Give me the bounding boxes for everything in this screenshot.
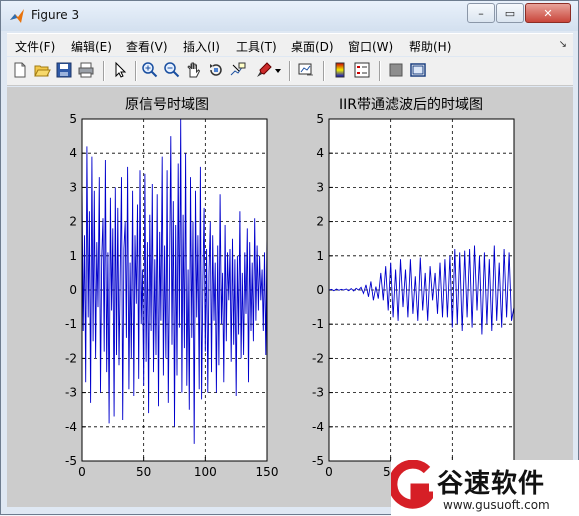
- y-tick-label: 4: [69, 146, 77, 160]
- x-tick-label: 150: [256, 465, 279, 479]
- menu-tools[interactable]: 工具(T): [236, 38, 277, 55]
- minimize-button[interactable]: –: [467, 3, 495, 23]
- watermark-name: 谷速软件: [437, 469, 546, 499]
- x-tick-label: 50: [136, 465, 151, 479]
- y-tick-label: 1: [316, 249, 324, 263]
- x-tick-label: 0: [325, 465, 333, 479]
- zoom-out-icon[interactable]: [163, 61, 181, 79]
- rotate-3d-icon[interactable]: [207, 61, 225, 79]
- watermark: 谷速软件 www.gusuoft.com: [391, 460, 579, 516]
- watermark-url: www.gusuoft.com: [443, 498, 550, 512]
- menu-view[interactable]: 查看(V): [126, 38, 168, 55]
- new-figure-icon[interactable]: [11, 61, 29, 79]
- toolbar-separator: [135, 61, 137, 81]
- y-tick-label: -1: [312, 317, 324, 331]
- x-tick-label: 0: [78, 465, 86, 479]
- y-tick-label: -5: [312, 454, 324, 468]
- pan-hand-icon[interactable]: [185, 61, 203, 79]
- insert-legend-icon[interactable]: [353, 61, 371, 79]
- save-icon[interactable]: [55, 61, 73, 79]
- y-tick-label: -4: [65, 420, 77, 434]
- y-tick-label: -1: [65, 317, 77, 331]
- print-icon[interactable]: [77, 61, 95, 79]
- menu-insert[interactable]: 插入(I): [183, 38, 220, 55]
- edit-plot-arrow-icon[interactable]: [111, 61, 129, 79]
- hide-plot-tools-icon[interactable]: [387, 61, 405, 79]
- show-plot-tools-icon[interactable]: [409, 61, 427, 79]
- y-tick-label: 1: [69, 249, 77, 263]
- close-icon: ✕: [543, 6, 553, 20]
- menu-overflow-icon[interactable]: ↘: [559, 39, 567, 50]
- insert-colorbar-icon[interactable]: [331, 61, 349, 79]
- matlab-logo-icon: [10, 9, 24, 23]
- y-tick-label: 4: [316, 146, 324, 160]
- toolbar-separator: [323, 61, 325, 81]
- y-tick-label: -5: [65, 454, 77, 468]
- y-tick-label: 0: [69, 283, 77, 297]
- toolbar-separator: [103, 61, 105, 81]
- window-title: Figure 3: [31, 8, 80, 22]
- y-tick-label: -3: [312, 386, 324, 400]
- brush-icon[interactable]: [255, 61, 273, 79]
- data-cursor-icon[interactable]: [229, 61, 247, 79]
- menu-window[interactable]: 窗口(W): [348, 38, 393, 55]
- toolbar-separator: [379, 61, 381, 81]
- close-button[interactable]: ✕: [525, 3, 571, 23]
- left-plot-axes[interactable]: 543210-1-2-3-4-50 50 100 150543210-1-2-3-4-…: [7, 87, 573, 507]
- y-tick-label: -3: [65, 386, 77, 400]
- y-tick-label: 2: [69, 215, 77, 229]
- figure-canvas[interactable]: 原信号时域图 IIR带通滤波后的时域图 5 4 3 2 1 0 -1 -2 -3 -4 -5 0 50 1…: [7, 87, 573, 507]
- minimize-icon: –: [478, 6, 484, 20]
- menu-file[interactable]: 文件(F): [15, 38, 55, 55]
- figure-window: Figure 3 – ▭ ✕ 文件(F) 编辑(E) 查看(V) 插入(I) 工…: [0, 0, 579, 516]
- y-tick-label: 3: [69, 180, 77, 194]
- y-tick-label: 2: [316, 215, 324, 229]
- x-tick-label: 100: [194, 465, 217, 479]
- maximize-icon: ▭: [504, 6, 516, 20]
- y-tick-label: 5: [316, 112, 324, 126]
- maximize-button[interactable]: ▭: [496, 3, 524, 23]
- gusu-logo-icon: [391, 460, 433, 509]
- y-tick-label: 0: [316, 283, 324, 297]
- y-tick-label: -2: [65, 351, 77, 365]
- toolbar-separator: [289, 61, 291, 81]
- figure-toolbar: [7, 57, 573, 86]
- menu-edit[interactable]: 编辑(E): [71, 38, 112, 55]
- menu-desktop[interactable]: 桌面(D): [291, 38, 334, 55]
- y-tick-label: -2: [312, 351, 324, 365]
- y-tick-label: 5: [69, 112, 77, 126]
- menu-bar: 文件(F) 编辑(E) 查看(V) 插入(I) 工具(T) 桌面(D) 窗口(W…: [7, 33, 573, 56]
- y-tick-label: -4: [312, 420, 324, 434]
- brush-dropdown-icon[interactable]: [273, 61, 283, 79]
- zoom-in-icon[interactable]: [141, 61, 159, 79]
- y-tick-label: 3: [316, 180, 324, 194]
- open-file-icon[interactable]: [33, 61, 51, 79]
- title-bar[interactable]: Figure 3 – ▭ ✕: [1, 1, 578, 31]
- link-plot-icon[interactable]: [297, 61, 315, 79]
- menu-help[interactable]: 帮助(H): [409, 38, 451, 55]
